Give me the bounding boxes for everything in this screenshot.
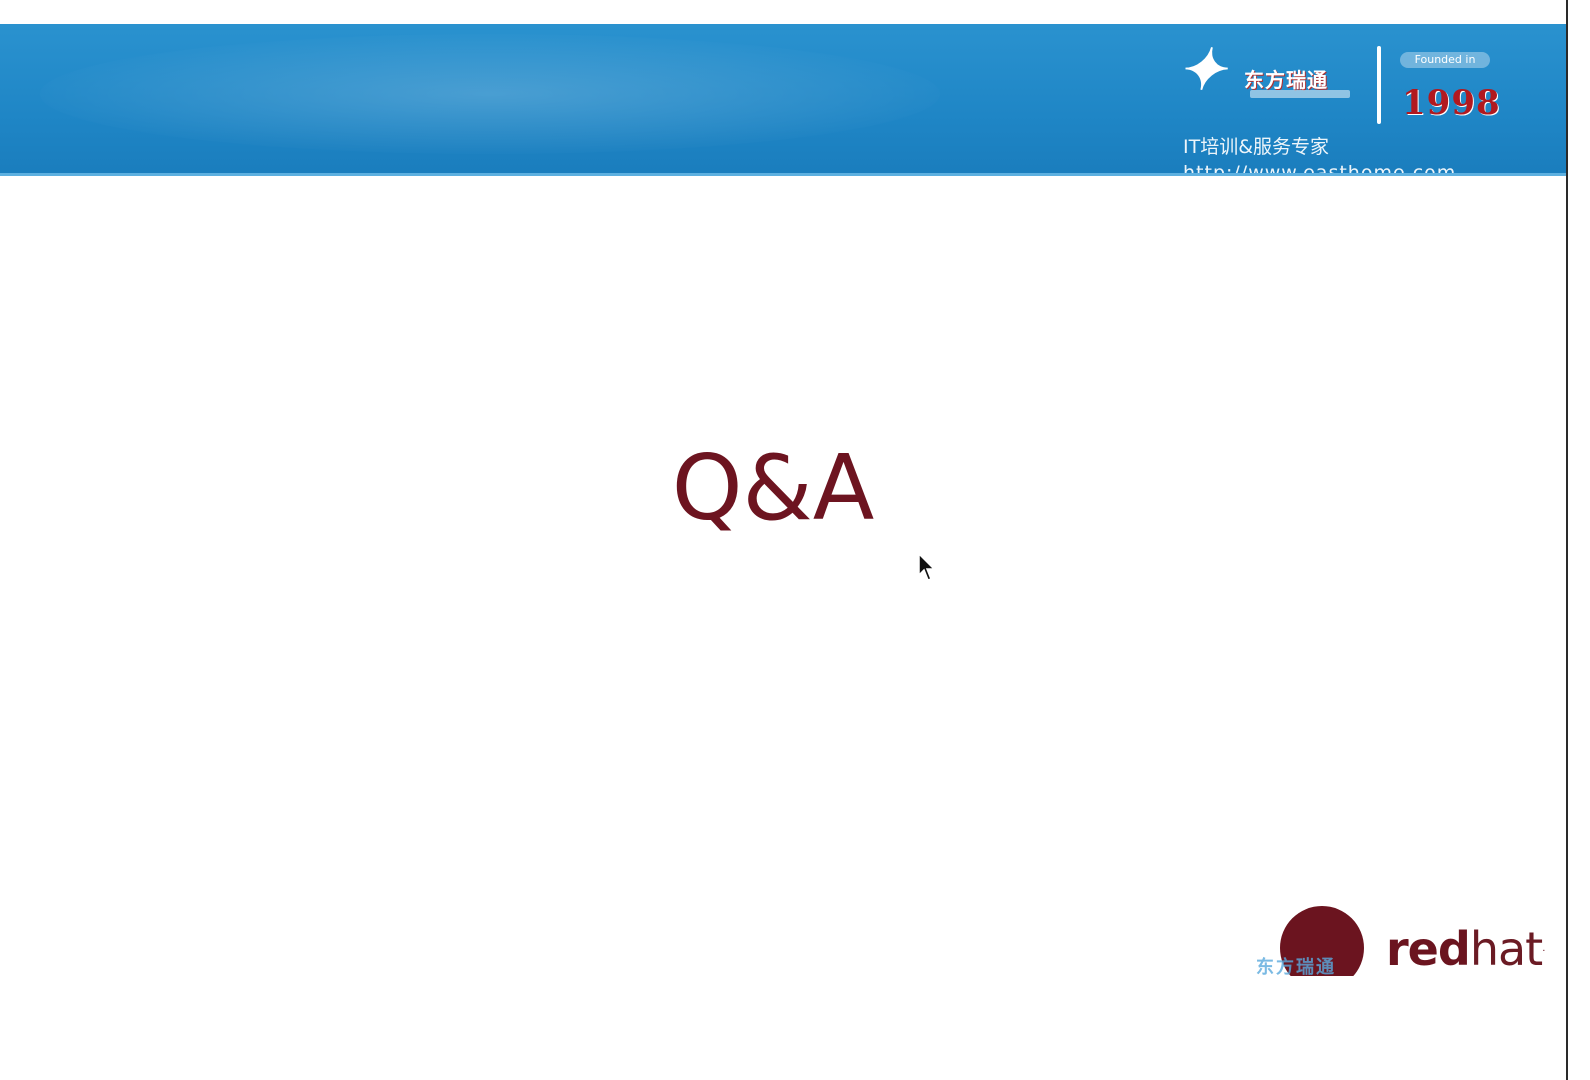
redhat-word-hat: hat xyxy=(1469,922,1543,976)
redhat-trademark: . xyxy=(1542,943,1545,954)
presentation-screen: ✦ 东方瑞通 Founded in 1998 IT培训&服务专家 http://… xyxy=(0,0,1590,1080)
redhat-word-red: red xyxy=(1386,922,1471,976)
banner-bottom-line xyxy=(0,173,1566,176)
founded-year: 1998 xyxy=(1402,83,1501,123)
brand-subline xyxy=(1250,90,1350,98)
header-banner: ✦ 东方瑞通 Founded in 1998 IT培训&服务专家 http://… xyxy=(0,24,1566,176)
slide: ✦ 东方瑞通 Founded in 1998 IT培训&服务专家 http://… xyxy=(0,0,1566,1080)
slide-title: Q&A xyxy=(671,436,875,541)
founded-label: Founded in xyxy=(1400,52,1490,68)
banner-divider xyxy=(1377,46,1381,124)
banner-glow xyxy=(40,34,940,154)
window-edge xyxy=(1566,0,1590,1080)
tagline: IT培训&服务专家 xyxy=(1183,136,1330,158)
easthome-logo-icon: ✦ xyxy=(1178,37,1225,103)
redhat-wordmark: redhat. xyxy=(1386,922,1545,976)
brand-name: 东方瑞通 xyxy=(1244,68,1328,92)
mouse-pointer-icon xyxy=(918,553,936,581)
redhat-logo: redhat. 东方瑞通 xyxy=(1256,898,1556,988)
watermark-text: 东方瑞通 xyxy=(1256,957,1336,978)
